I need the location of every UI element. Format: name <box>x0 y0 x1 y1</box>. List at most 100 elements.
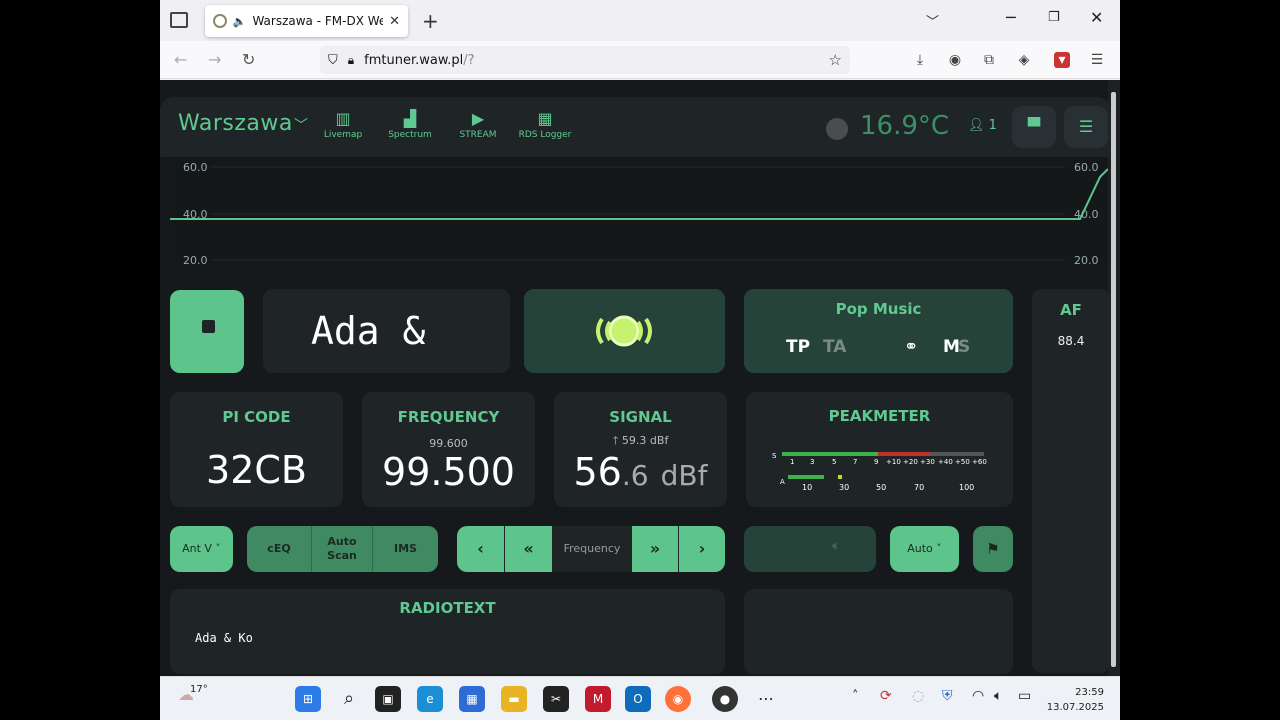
battery-icon[interactable]: ▭ <box>1018 688 1031 704</box>
minimize-icon[interactable]: ─ <box>1006 8 1016 27</box>
sync-icon[interactable]: ⟳ <box>880 688 892 704</box>
chat-button[interactable]: ▀ <box>1012 106 1056 148</box>
tab-title: Warszawa - FM-DX Webserver <box>252 14 384 28</box>
nav-spectrum-label: Spectrum <box>388 130 432 140</box>
obs-button[interactable]: ● <box>712 686 738 712</box>
restore-icon[interactable]: ❐ <box>1048 10 1060 25</box>
volume-icon[interactable]: 🔈︎ <box>994 688 1002 704</box>
autoscan-toggle[interactable]: Auto Scan <box>312 526 373 572</box>
defender-icon[interactable]: ⛨ <box>942 688 953 704</box>
frequency-label: FREQUENCY <box>397 408 500 426</box>
reload-icon[interactable]: ↻ <box>242 50 255 69</box>
a-tick: 70 <box>914 483 924 492</box>
af-item[interactable]: 88.4 <box>1032 334 1110 348</box>
chart-area-icon: ▟ <box>403 109 417 128</box>
ims-label: IMS <box>394 542 417 555</box>
s-tick: +50 <box>955 458 970 466</box>
antenna-select[interactable]: Ant V ˅ <box>170 526 233 572</box>
tray-chevron-up-icon[interactable]: ˄ <box>852 689 859 704</box>
edge-button[interactable]: e <box>417 686 443 712</box>
nav-rds-logger[interactable]: ▦ RDS Logger <box>510 109 580 141</box>
city-selector[interactable]: Warszawa <box>178 111 293 136</box>
signal-value: 56.6 dBf <box>554 450 727 494</box>
stereo-icon: ⚭ <box>904 337 919 357</box>
snipping-button[interactable]: ✂ <box>543 686 569 712</box>
clock[interactable]: 23:59 13.07.2025 <box>1047 685 1104 715</box>
close-tab-icon[interactable]: ✕ <box>389 14 400 29</box>
map-icon: ▥ <box>335 109 351 128</box>
shield-icon[interactable]: ⛉ <box>328 53 338 68</box>
frequency-card[interactable]: FREQUENCY 99.600 99.500 <box>362 392 535 507</box>
chevron-down-icon[interactable]: ﹀ <box>294 115 308 135</box>
y-label-left: 60.0 <box>183 161 208 174</box>
store-button[interactable]: ▦ <box>459 686 485 712</box>
lock-icon[interactable]: 🔒︎ <box>348 53 354 68</box>
double-chevron-left-icon: « <box>523 539 534 558</box>
firefox-button[interactable]: ◉ <box>665 686 691 712</box>
tp-flag: TP <box>786 337 811 357</box>
stop-button[interactable] <box>170 290 244 373</box>
frequency-input[interactable]: Frequency <box>552 526 632 572</box>
tune-down-button[interactable]: ‹ <box>457 526 504 572</box>
af-card: AF 88.4 <box>1032 289 1110 673</box>
close-window-icon[interactable]: ✕ <box>1090 8 1103 27</box>
tray-app-icon[interactable]: ◌ <box>912 688 924 704</box>
user-icon: 👤︎ <box>968 118 985 133</box>
explorer-button[interactable]: ▬ <box>501 686 527 712</box>
a-bar <box>788 475 824 479</box>
pi-card: PI CODE 32CB <box>170 392 343 507</box>
report-button[interactable]: ⚑ <box>973 526 1013 572</box>
nav-spectrum[interactable]: ▟ Spectrum <box>375 109 445 141</box>
edge-icon: e <box>426 692 434 706</box>
radiotext-label: RADIOTEXT <box>399 599 496 617</box>
forward-icon[interactable]: → <box>208 50 221 69</box>
store-icon: ▦ <box>466 692 478 706</box>
account-icon[interactable]: ◉ <box>947 52 963 68</box>
loading-icon <box>213 14 227 28</box>
menu-icon[interactable]: ☰ <box>1089 52 1105 68</box>
address-bar[interactable]: ⛉ 🔒︎ fmtuner.waw.pl/? ☆ <box>320 46 850 74</box>
start-button[interactable]: ⊞ <box>295 686 321 712</box>
ims-toggle[interactable]: IMS <box>373 526 438 572</box>
browser-tab[interactable]: 🔈 Warszawa - FM-DX Webserver ✕ <box>205 5 408 37</box>
back-icon[interactable]: ← <box>174 50 187 69</box>
ceq-toggle[interactable]: cEQ <box>247 526 312 572</box>
extensions-icon[interactable]: ⧉ <box>981 52 997 68</box>
s-tick: +40 <box>938 458 953 466</box>
download-icon[interactable]: ⤓ <box>912 52 928 68</box>
mcafee-button[interactable]: M <box>585 686 611 712</box>
seek-down-button[interactable]: « <box>505 526 552 572</box>
search-button[interactable]: ⌕ <box>336 686 362 712</box>
s-tick: +10 <box>886 458 901 466</box>
mode-value: Auto <box>907 542 933 555</box>
bookmark-star-icon[interactable]: ☆ <box>829 51 842 69</box>
arrow-up-icon: 🡑 <box>612 434 619 447</box>
nav-stream[interactable]: ▶ STREAM <box>443 110 513 141</box>
windows-icon: ⊞ <box>302 692 314 706</box>
outlook-button[interactable]: O <box>625 686 651 712</box>
program-service-name: Ada & <box>311 309 426 353</box>
chevron-down-icon: ˅ <box>936 542 942 555</box>
a-tick: 30 <box>839 483 849 492</box>
pty-label: Pop Music <box>835 300 922 318</box>
nav-livemap[interactable]: ▥ Livemap <box>308 109 378 141</box>
chevron-down-icon[interactable]: ﹀ <box>926 11 939 30</box>
wifi-icon[interactable]: ◠ <box>972 688 984 704</box>
speaker-icon[interactable]: 🔈 <box>233 15 247 28</box>
nav-rds-logger-label: RDS Logger <box>518 130 572 140</box>
addon-icon[interactable]: ▾ <box>1054 52 1070 68</box>
clock-date: 13.07.2025 <box>1046 702 1104 713</box>
new-tab-icon[interactable]: + <box>422 9 439 33</box>
tune-up-button[interactable]: › <box>679 526 725 572</box>
extension-icon[interactable]: ◈ <box>1016 52 1032 68</box>
more-apps-button[interactable]: ⋯ <box>753 686 779 712</box>
menu-button[interactable]: ☰ <box>1064 106 1108 148</box>
frequency-value: 99.500 <box>382 450 515 494</box>
volume-slider[interactable]: 🔈︎ <box>744 526 876 572</box>
table-icon: ▦ <box>537 109 553 128</box>
tab-list-icon[interactable] <box>170 12 188 28</box>
mode-select[interactable]: Auto ˅ <box>890 526 959 572</box>
seek-up-button[interactable]: » <box>632 526 678 572</box>
task-view-button[interactable]: ▣ <box>375 686 401 712</box>
users-count: 👤︎ 1 <box>968 118 997 133</box>
